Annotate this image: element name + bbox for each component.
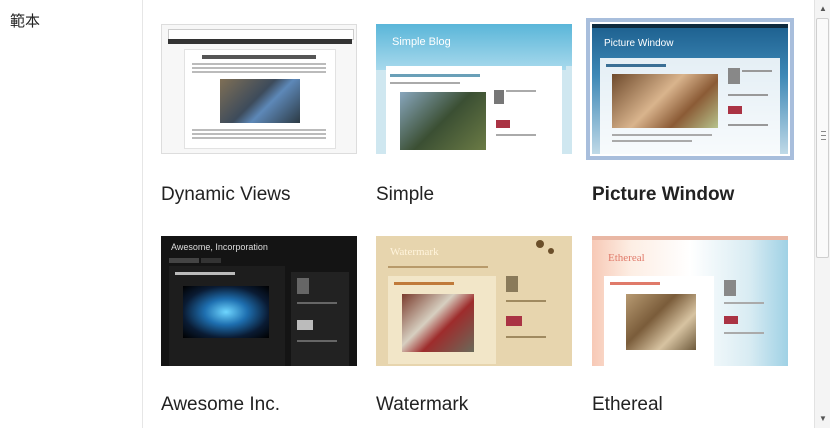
scrollbar-thumb[interactable]: [816, 18, 829, 258]
arrow-down-icon[interactable]: ▼: [815, 410, 830, 426]
template-thumbnail: Simple Blog: [376, 24, 572, 154]
template-picker: Dynamic Views Simple Blog Simple Picture…: [142, 0, 815, 428]
grip-icon: [821, 131, 826, 140]
template-name: Ethereal: [592, 394, 663, 415]
arrow-up-icon[interactable]: ▲: [815, 0, 830, 16]
thumbnail-title: Simple Blog: [392, 36, 451, 48]
thumbnail-title: Awesome, Incorporation: [171, 242, 268, 252]
template-dynamic-views[interactable]: Dynamic Views: [161, 24, 361, 224]
template-awesome-inc[interactable]: Awesome, Incorporation Awesome Inc.: [161, 236, 361, 428]
template-watermark[interactable]: Watermark Watermark: [376, 236, 576, 428]
template-section-label: 範本: [10, 12, 41, 30]
thumbnail-title: Watermark: [390, 246, 439, 258]
template-name: Simple: [376, 184, 435, 205]
template-thumbnail: Awesome, Incorporation: [161, 236, 357, 366]
thumbnail-title: Ethereal: [608, 252, 645, 264]
template-name: Picture Window: [592, 184, 735, 205]
template-picture-window[interactable]: Picture Window Picture Window: [586, 18, 794, 224]
thumbnail-title: Picture Window: [604, 38, 674, 49]
template-thumbnail: Watermark: [376, 236, 572, 366]
template-ethereal[interactable]: Ethereal Ethereal: [592, 236, 792, 428]
template-thumbnail: Ethereal: [592, 236, 788, 366]
template-name: Awesome Inc.: [161, 394, 280, 415]
template-name: Dynamic Views: [161, 184, 291, 205]
template-thumbnail: [161, 24, 357, 154]
template-thumbnail: Picture Window: [586, 18, 794, 160]
template-simple[interactable]: Simple Blog Simple: [376, 24, 576, 224]
vertical-scrollbar[interactable]: ▲ ▼: [814, 0, 830, 428]
template-name: Watermark: [376, 394, 469, 415]
